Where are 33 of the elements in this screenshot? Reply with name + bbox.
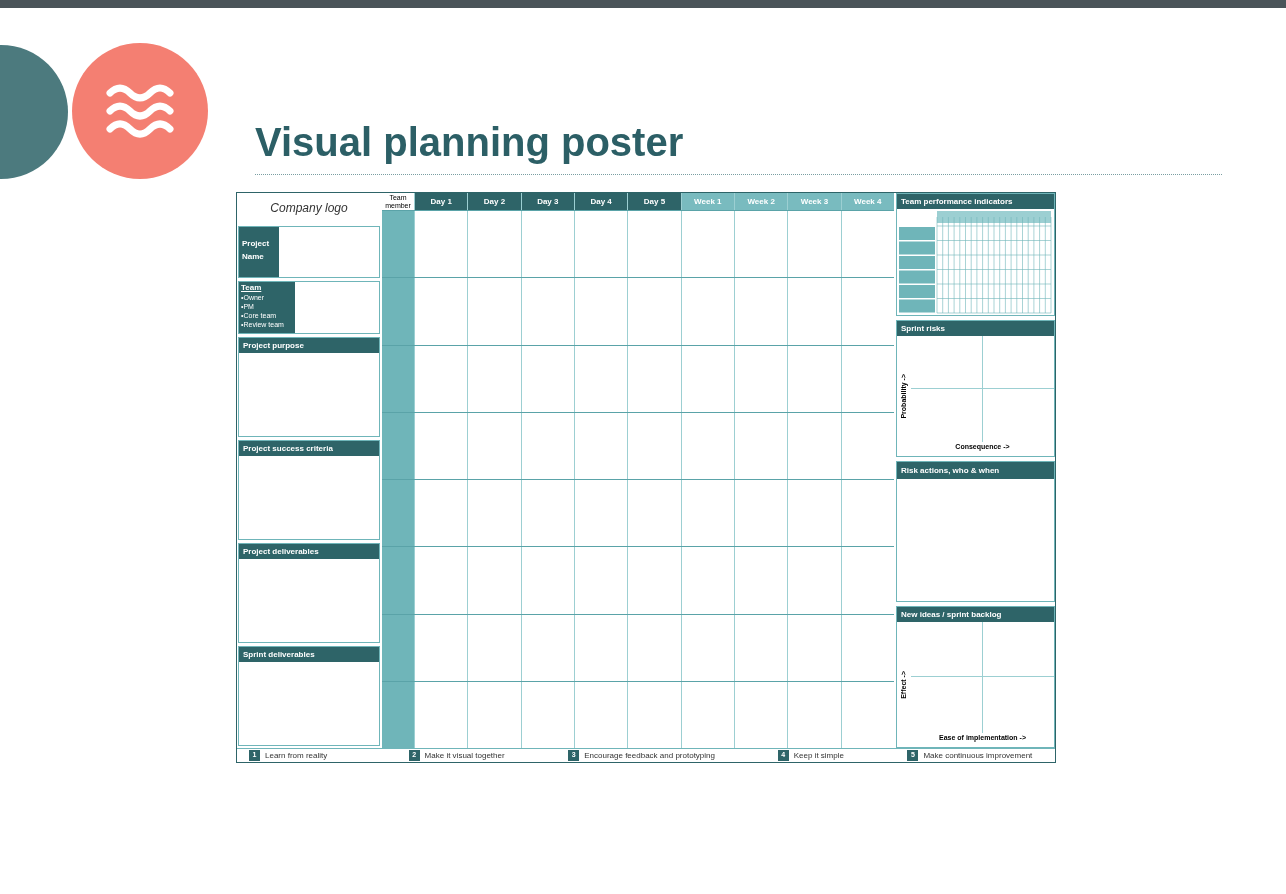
- project-name-label: Project Name: [242, 238, 271, 263]
- member-cell: [382, 480, 414, 547]
- principle-text: Encourage feedback and prototyping: [584, 749, 715, 762]
- section-header: Project deliverables: [239, 544, 379, 559]
- slide-title: Visual planning poster: [255, 119, 684, 166]
- column-header: Day 5: [627, 193, 681, 210]
- company-logo-text: Company logo: [270, 200, 348, 217]
- principle-text: Make continuous improvement: [923, 749, 1033, 762]
- section-header: Project purpose: [239, 338, 379, 353]
- column-header: Week 4: [840, 193, 894, 210]
- section-header: New ideas / sprint backlog: [897, 607, 1054, 622]
- column-header: Day 4: [574, 193, 628, 210]
- section-header: Sprint risks: [897, 321, 1054, 336]
- member-cell: [382, 211, 414, 278]
- member-cell: [382, 345, 414, 412]
- section-header: Project success criteria: [239, 441, 379, 456]
- column-header: Week 1: [680, 193, 734, 210]
- column-header: Day 2: [467, 193, 521, 210]
- section-header: Team performance indicators: [897, 194, 1054, 209]
- principle-text: Keep it simple: [793, 749, 844, 762]
- member-cell: [382, 614, 414, 681]
- member-cell: [382, 278, 414, 345]
- column-header: Day 3: [520, 193, 574, 210]
- section-header: Risk actions, who & when: [897, 462, 1054, 479]
- column-header: Week 3: [787, 193, 841, 210]
- column-header: Day 1: [414, 193, 468, 210]
- column-header: Week 2: [733, 193, 788, 210]
- principle-text: Learn from reality: [265, 749, 328, 762]
- member-cell: [382, 547, 414, 614]
- section-header: Sprint deliverables: [239, 647, 379, 662]
- principle-text: Make it visual together: [424, 749, 505, 762]
- team-label: Team: [241, 283, 263, 293]
- member-cell: [382, 412, 414, 479]
